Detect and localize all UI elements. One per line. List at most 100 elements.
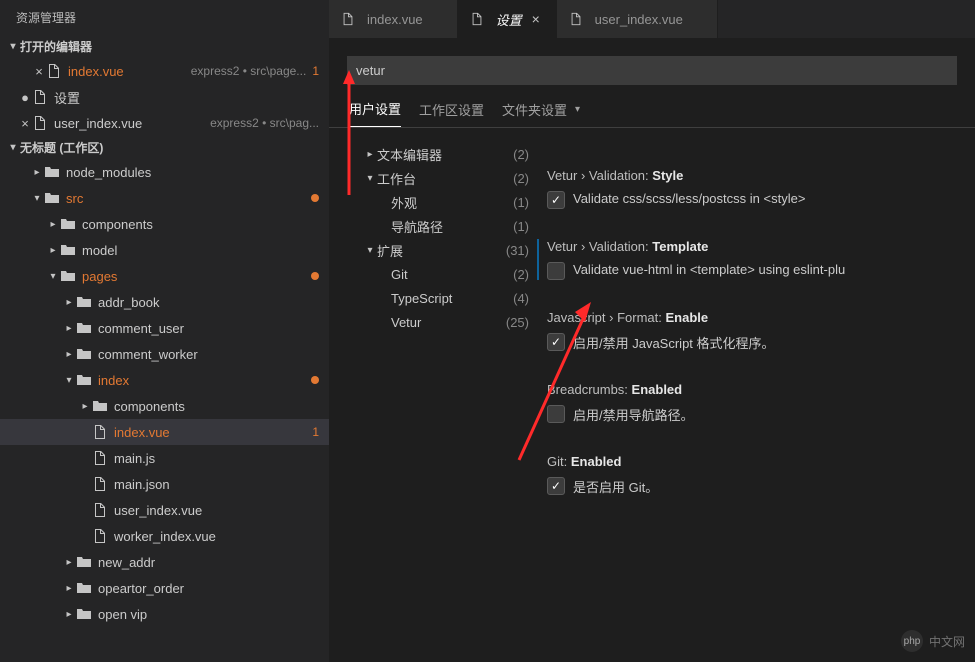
open-editor-item[interactable]: × index.vue express2 • src\page... 1 bbox=[0, 58, 329, 84]
tree-file[interactable]: worker_index.vue bbox=[0, 523, 329, 549]
setting-title: Vetur › Validation: Template bbox=[547, 239, 975, 254]
tree-item-label: new_addr bbox=[98, 555, 319, 570]
dot-modified-icon[interactable]: ● bbox=[18, 90, 32, 105]
setting-item: Javascript › Format: Enable启用/禁用 JavaScr… bbox=[537, 310, 975, 352]
settings-search-input[interactable] bbox=[347, 56, 957, 85]
chevron-icon: ▸ bbox=[46, 245, 60, 256]
chevron-icon: ▸ bbox=[62, 609, 76, 620]
tree-folder[interactable]: ▸components bbox=[0, 211, 329, 237]
tree-folder[interactable]: ▾src bbox=[0, 185, 329, 211]
settings-list: Vetur › Validation: StyleValidate css/sc… bbox=[529, 128, 975, 662]
file-icon bbox=[92, 476, 108, 492]
git-modified-dot-icon bbox=[311, 272, 319, 280]
close-icon[interactable]: × bbox=[32, 64, 46, 79]
tree-folder[interactable]: ▸new_addr bbox=[0, 549, 329, 575]
settings-toc-item[interactable]: Vetur(25) bbox=[363, 310, 529, 334]
folder-icon bbox=[76, 554, 92, 570]
settings-toc-item[interactable]: ▾扩展(31) bbox=[363, 238, 529, 262]
open-editor-item[interactable]: ●设置 bbox=[0, 84, 329, 110]
tree-folder[interactable]: ▸addr_book bbox=[0, 289, 329, 315]
settings-toc: ▸文本编辑器(2)▾工作台(2)外观(1)导航路径(1)▾扩展(31)Git(2… bbox=[329, 128, 529, 662]
settings-toc-item[interactable]: Git(2) bbox=[363, 262, 529, 286]
open-editor-item[interactable]: ×user_index.vueexpress2 • src\pag... bbox=[0, 110, 329, 136]
tree-item-label: components bbox=[82, 217, 319, 232]
watermark-logo: php bbox=[901, 630, 923, 652]
tree-item-label: index bbox=[98, 373, 311, 388]
tree-file[interactable]: main.js bbox=[0, 445, 329, 471]
editor-tab[interactable]: index.vue bbox=[329, 0, 458, 38]
tree-folder[interactable]: ▸node_modules bbox=[0, 159, 329, 185]
tree-folder[interactable]: ▸components bbox=[0, 393, 329, 419]
setting-item: Vetur › Validation: StyleValidate css/sc… bbox=[537, 168, 975, 209]
settings-search-wrap bbox=[329, 38, 975, 89]
toc-label: 扩展 bbox=[377, 241, 500, 260]
toc-label: Vetur bbox=[391, 315, 500, 330]
scope-tab-workspace[interactable]: 工作区设置 bbox=[419, 100, 484, 127]
folder-icon bbox=[76, 580, 92, 596]
toc-count: (4) bbox=[513, 291, 529, 306]
setting-description: 启用/禁用 JavaScript 格式化程序。 bbox=[573, 333, 775, 352]
tree-folder[interactable]: ▸comment_worker bbox=[0, 341, 329, 367]
chevron-icon: ▾ bbox=[363, 245, 377, 256]
file-tree: ▸node_modules▾src▸components▸model▾pages… bbox=[0, 159, 329, 662]
tree-folder[interactable]: ▾index bbox=[0, 367, 329, 393]
setting-checkbox[interactable] bbox=[547, 191, 565, 209]
tree-file[interactable]: index.vue1 bbox=[0, 419, 329, 445]
open-editor-path: express2 • src\page... bbox=[191, 64, 307, 78]
workspace-header[interactable]: ▾ 无标题 (工作区) bbox=[0, 136, 329, 159]
folder-icon bbox=[76, 606, 92, 622]
git-modified-dot-icon bbox=[311, 194, 319, 202]
settings-toc-item[interactable]: ▸文本编辑器(2) bbox=[363, 142, 529, 166]
setting-checkbox[interactable] bbox=[547, 333, 565, 351]
tree-folder[interactable]: ▾ pages bbox=[0, 263, 329, 289]
setting-item: Git: Enabled是否启用 Git。 bbox=[537, 454, 975, 496]
problems-badge: 1 bbox=[312, 64, 319, 78]
scope-tab-user[interactable]: 用户设置 bbox=[349, 99, 401, 127]
toc-count: (1) bbox=[513, 195, 529, 210]
tree-item-label: pages bbox=[82, 269, 311, 284]
file-icon bbox=[32, 115, 48, 131]
close-icon[interactable]: × bbox=[18, 116, 32, 131]
settings-toc-item[interactable]: TypeScript(4) bbox=[363, 286, 529, 310]
open-editors-label: 打开的编辑器 bbox=[20, 38, 92, 55]
chevron-icon: ▸ bbox=[78, 401, 92, 412]
toc-label: Git bbox=[391, 267, 507, 282]
file-icon bbox=[46, 63, 62, 79]
tree-folder[interactable]: ▸opeartor_order bbox=[0, 575, 329, 601]
close-icon[interactable]: × bbox=[528, 11, 544, 27]
open-editor-name: index.vue bbox=[68, 64, 185, 79]
folder-icon bbox=[92, 398, 108, 414]
folder-icon bbox=[76, 372, 92, 388]
tree-item-label: open vip bbox=[98, 607, 319, 622]
chevron-icon: ▾ bbox=[30, 193, 44, 204]
folder-icon bbox=[44, 164, 60, 180]
setting-description: Validate vue-html in <template> using es… bbox=[573, 262, 845, 277]
setting-checkbox[interactable] bbox=[547, 477, 565, 495]
chevron-down-icon: ▾ bbox=[6, 41, 20, 52]
chevron-icon: ▾ bbox=[46, 271, 60, 282]
chevron-down-icon[interactable]: ▾ bbox=[575, 104, 580, 123]
toc-count: (2) bbox=[513, 147, 529, 162]
settings-toc-item[interactable]: ▾工作台(2) bbox=[363, 166, 529, 190]
editor-tab[interactable]: 设置× bbox=[458, 0, 557, 38]
tree-file[interactable]: user_index.vue bbox=[0, 497, 329, 523]
settings-toc-item[interactable]: 导航路径 (1) bbox=[363, 214, 529, 238]
setting-checkbox[interactable] bbox=[547, 405, 565, 423]
watermark: php 中文网 bbox=[901, 630, 965, 652]
tree-folder[interactable]: ▸model bbox=[0, 237, 329, 263]
folder-icon bbox=[60, 242, 76, 258]
folder-icon bbox=[60, 216, 76, 232]
editor-tab[interactable]: user_index.vue bbox=[557, 0, 718, 38]
settings-toc-item[interactable]: 外观(1) bbox=[363, 190, 529, 214]
toc-count: (1) bbox=[513, 219, 529, 234]
scope-tab-folder[interactable]: 文件夹设置 bbox=[502, 100, 567, 127]
setting-checkbox[interactable] bbox=[547, 262, 565, 280]
tree-folder[interactable]: ▸comment_user bbox=[0, 315, 329, 341]
tab-bar: index.vue设置×user_index.vue bbox=[329, 0, 975, 38]
tree-file[interactable]: main.json bbox=[0, 471, 329, 497]
tree-folder[interactable]: ▸ open vip bbox=[0, 601, 329, 627]
file-icon bbox=[32, 89, 48, 105]
chevron-icon: ▸ bbox=[30, 167, 44, 178]
toc-label: 导航路径 bbox=[391, 217, 507, 236]
open-editors-header[interactable]: ▾ 打开的编辑器 bbox=[0, 35, 329, 58]
